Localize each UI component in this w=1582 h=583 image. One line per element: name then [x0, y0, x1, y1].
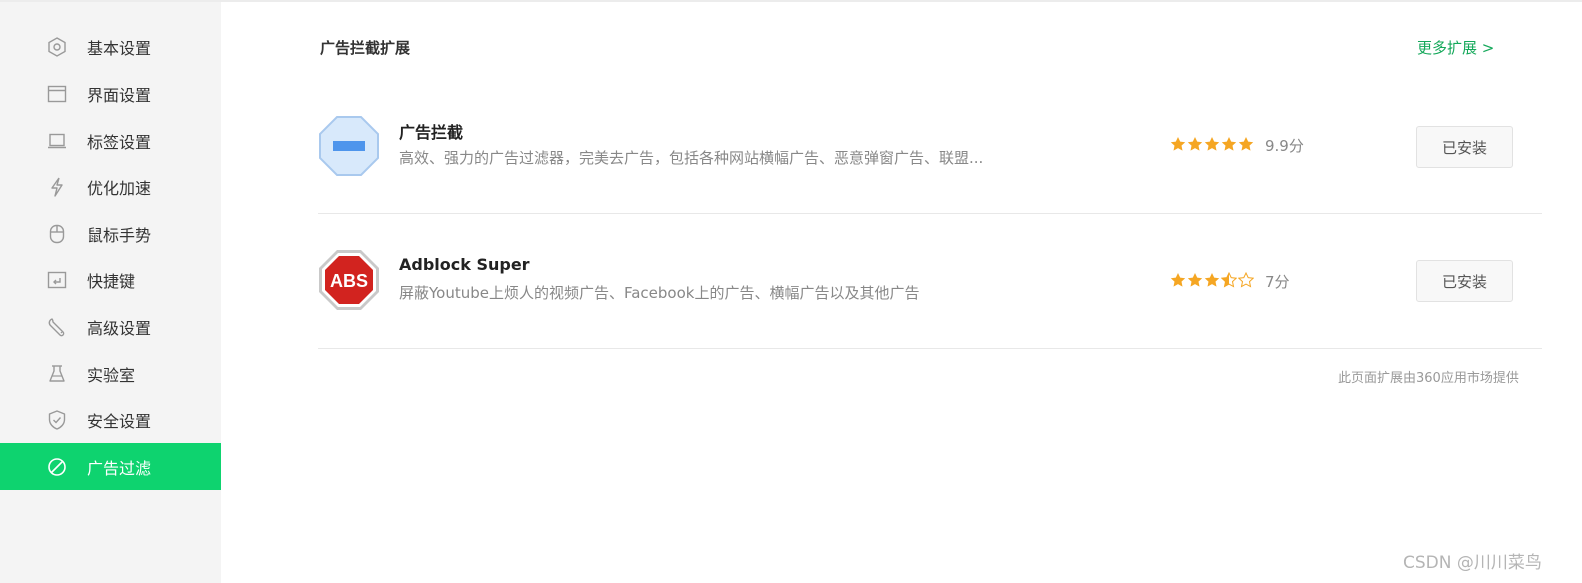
star-full-icon — [1221, 137, 1237, 151]
more-extensions-link[interactable]: 更多扩展 > — [1417, 37, 1494, 58]
sidebar-item-mouse-gesture[interactable]: 鼠标手势 — [0, 210, 221, 257]
rating-score: 7分 — [1265, 273, 1290, 291]
sidebar-item-label: 广告过滤 — [87, 458, 152, 478]
star-half-icon — [1221, 272, 1237, 288]
section-title: 广告拦截扩展 — [320, 39, 411, 57]
extension-description: 高效、强力的广告过滤器，完美去广告，包括各种网站横幅广告、恶意弹窗广告、联盟..… — [399, 149, 984, 167]
star-full-icon — [1238, 137, 1254, 151]
sidebar-item-advanced-settings[interactable]: 高级设置 — [0, 303, 221, 350]
extension-name: Adblock Super — [399, 255, 530, 274]
sidebar-item-label: 实验室 — [87, 365, 136, 385]
sidebar-item-label: 快捷键 — [87, 271, 136, 291]
sidebar-item-basic-settings[interactable]: 基本设置 — [0, 23, 221, 70]
star-full-icon — [1204, 137, 1220, 151]
sidebar-item-security-settings[interactable]: 安全设置 — [0, 396, 221, 443]
installed-button[interactable]: 已安装 — [1416, 260, 1513, 302]
window-icon — [46, 83, 68, 105]
extension-row: 广告拦截 高效、强力的广告过滤器，完美去广告，包括各种网站横幅广告、恶意弹窗广告… — [318, 79, 1542, 214]
sidebar-item-label: 高级设置 — [87, 318, 152, 338]
rating-score: 9.9分 — [1265, 137, 1304, 155]
star-full-icon — [1187, 273, 1203, 287]
sidebar-item-label: 界面设置 — [87, 85, 152, 105]
hexagon-gear-icon — [46, 36, 68, 58]
abs-icon-text: ABS — [330, 271, 368, 291]
block-icon — [46, 456, 68, 478]
flask-icon — [46, 363, 68, 385]
star-empty-icon — [1238, 272, 1254, 288]
rating-stars — [1170, 272, 1254, 288]
star-full-icon — [1170, 273, 1186, 287]
mouse-icon — [46, 223, 68, 245]
top-divider — [0, 0, 1582, 2]
sidebar-item-label: 鼠标手势 — [87, 225, 152, 245]
installed-button[interactable]: 已安装 — [1416, 126, 1513, 168]
sidebar-item-label: 基本设置 — [87, 38, 152, 58]
wrench-icon — [46, 316, 68, 338]
settings-sidebar: 基本设置 界面设置 标签设置 优化加速 鼠标手势 快捷键 高级设置 实验室 安全… — [0, 2, 221, 583]
lightning-icon — [46, 176, 68, 198]
blue-minus-octagon-icon — [318, 115, 380, 177]
abs-red-octagon-icon: ABS — [318, 249, 380, 311]
rating-stars — [1170, 136, 1254, 152]
extension-description: 屏蔽Youtube上烦人的视频广告、Facebook上的广告、横幅广告以及其他广… — [399, 284, 920, 302]
sidebar-item-optimize[interactable]: 优化加速 — [0, 163, 221, 210]
sidebar-item-label: 安全设置 — [87, 411, 152, 431]
sidebar-item-label: 优化加速 — [87, 178, 152, 198]
star-full-icon — [1204, 273, 1220, 287]
keyboard-shortcut-icon — [46, 269, 68, 291]
sidebar-item-shortcuts[interactable]: 快捷键 — [0, 256, 221, 303]
sidebar-item-interface-settings[interactable]: 界面设置 — [0, 70, 221, 117]
sidebar-item-ad-filter[interactable]: 广告过滤 — [0, 443, 221, 490]
star-full-icon — [1187, 137, 1203, 151]
star-full-icon — [1170, 137, 1186, 151]
sidebar-item-tab-settings[interactable]: 标签设置 — [0, 117, 221, 164]
watermark: CSDN @川川菜鸟 — [1403, 553, 1542, 573]
extension-row: ABS Adblock Super 屏蔽Youtube上烦人的视频广告、Face… — [318, 214, 1542, 349]
sidebar-item-label: 标签设置 — [87, 132, 152, 152]
shield-check-icon — [46, 409, 68, 431]
extension-name: 广告拦截 — [399, 123, 464, 142]
provider-note: 此页面扩展由360应用市场提供 — [1338, 371, 1519, 386]
tab-icon — [46, 130, 68, 152]
sidebar-item-lab[interactable]: 实验室 — [0, 350, 221, 397]
